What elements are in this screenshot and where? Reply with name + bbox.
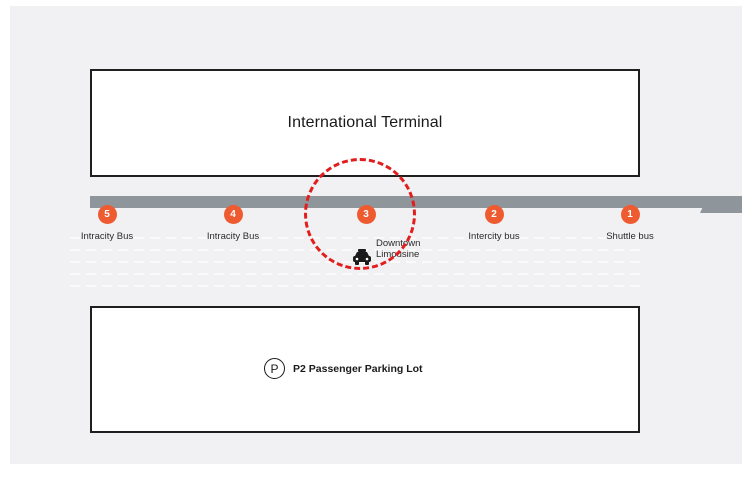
stop-number-badge: 1 <box>620 205 640 224</box>
stop-name: Intracity Bus <box>80 231 134 242</box>
parking-name: P2 Passenger Parking Lot <box>293 362 423 375</box>
highlight-circle <box>304 158 416 270</box>
parking-icon: P <box>264 358 285 379</box>
parking-label: P P2 Passenger Parking Lot <box>264 358 423 379</box>
stop-name: Intracity Bus <box>206 231 260 242</box>
stop-name: Shuttle bus <box>606 231 654 242</box>
terminal-title: International Terminal <box>287 114 443 131</box>
stop-name: Intercity bus <box>468 231 520 242</box>
road-ramp <box>700 204 742 213</box>
bus-stop-5[interactable]: 5 Intracity Bus <box>57 205 157 242</box>
stop-number-badge: 4 <box>223 205 243 224</box>
bus-stop-1[interactable]: 1 Shuttle bus <box>580 205 680 242</box>
parking-lot-building: P P2 Passenger Parking Lot <box>90 306 640 433</box>
bus-stop-2[interactable]: 2 Intercity bus <box>444 205 544 242</box>
stop-number-badge: 5 <box>97 205 117 224</box>
bus-stop-4[interactable]: 4 Intracity Bus <box>183 205 283 242</box>
stop-number-badge: 2 <box>484 205 504 224</box>
map-canvas: International Terminal 5 Intracity Bus 4… <box>10 6 742 464</box>
